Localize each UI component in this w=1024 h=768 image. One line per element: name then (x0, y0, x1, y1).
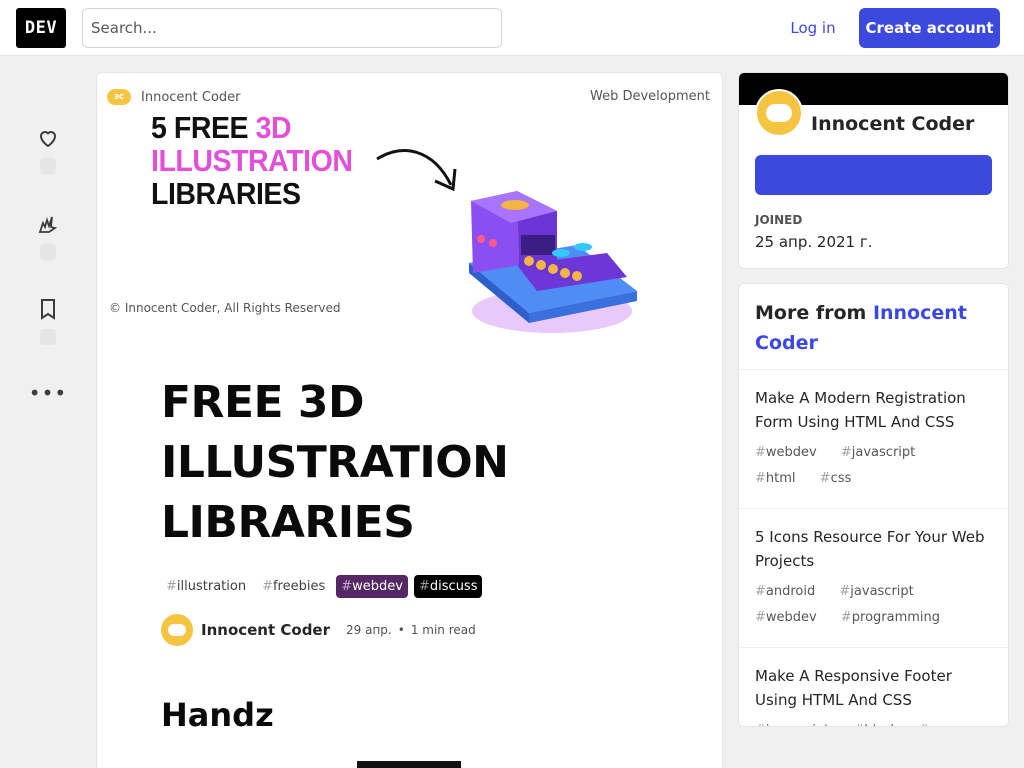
more-from-card: More from Innocent Coder Make A Modern R… (738, 283, 1009, 727)
more-horizontal-icon[interactable]: ••• (28, 380, 68, 406)
more-item-tag[interactable]: #javascript (755, 723, 839, 726)
arrow-illustration (376, 149, 457, 192)
cover-title: 5 FREE 3D ILLUSTRATION LIBRARIES (151, 110, 353, 211)
author-name[interactable]: Innocent Coder (201, 621, 330, 639)
tag-discuss[interactable]: #discuss (414, 575, 483, 598)
list-item[interactable]: Make A Responsive Footer Using HTML And … (739, 648, 1008, 726)
article-body: FREE 3D ILLUSTRATION LIBRARIES #illustra… (161, 373, 681, 734)
joined-label: JOINED (755, 213, 803, 227)
more-item-tag[interactable]: #webdev (755, 610, 827, 625)
more-item-tag[interactable]: #javascript (841, 445, 925, 460)
tag-illustration[interactable]: #illustration (161, 575, 251, 598)
bookmark-icon (41, 299, 55, 320)
article-title: FREE 3D ILLUSTRATION LIBRARIES (161, 377, 509, 548)
more-item-tag[interactable]: #css (918, 723, 960, 726)
cover-brand-logo-icon: ɜc (107, 89, 131, 105)
dev-logo[interactable]: DEV (16, 8, 66, 48)
list-item[interactable]: Make A Modern Registration Form Using HT… (739, 370, 1008, 509)
more-item-tags: #android #javascript #webdev #programmin… (755, 579, 992, 631)
author-avatar[interactable] (161, 614, 193, 646)
more-item-tag[interactable]: #css (820, 471, 862, 486)
heart-icon (39, 131, 57, 148)
embedded-image-preview (187, 761, 635, 768)
cover-title-line2: ILLUSTRATION (151, 143, 353, 178)
more-item-tag[interactable]: #html (854, 723, 905, 726)
article-tags: #illustration #freebies #webdev #discuss (161, 575, 681, 598)
top-header: DEV Log in Create account (0, 0, 1024, 56)
cover-image: ɜc Innocent Coder Web Development 5 FREE… (97, 73, 722, 337)
section-heading: Handz (161, 696, 274, 734)
cover-title-line1b: 3D (255, 110, 292, 145)
profile-name[interactable]: Innocent Coder (811, 113, 974, 135)
more-item-tag[interactable]: #webdev (755, 445, 827, 460)
more-item-tag[interactable]: #programming (841, 610, 950, 625)
article-card: ɜc Innocent Coder Web Development 5 FREE… (96, 72, 723, 768)
more-from-prefix: More from (755, 302, 873, 324)
more-item-title[interactable]: 5 Icons Resource For Your Web Projects (755, 525, 992, 573)
more-item-title[interactable]: Make A Modern Registration Form Using HT… (755, 386, 992, 434)
tag-freebies[interactable]: #freebies (257, 575, 330, 598)
bookmark-count (40, 329, 56, 345)
login-button[interactable]: Log in (776, 8, 850, 48)
author-row: Innocent Coder 29 апр. • 1 min read (161, 614, 681, 646)
more-item-tag[interactable]: #android (755, 584, 825, 599)
more-item-tags: #javascript #html #css #webdev (755, 718, 992, 726)
cover-brand: ɜc Innocent Coder (107, 89, 241, 105)
unicorn-count (40, 244, 56, 260)
cover-title-line1a: 5 FREE (151, 110, 256, 145)
more-item-tag[interactable]: #html (755, 471, 806, 486)
bookmark-button[interactable] (28, 297, 68, 345)
cover-category: Web Development (590, 89, 710, 104)
cover-copyright: © Innocent Coder, All Rights Reserved (109, 301, 341, 315)
list-item[interactable]: 5 Icons Resource For Your Web Projects #… (739, 509, 1008, 648)
joined-date: 25 апр. 2021 г. (755, 233, 873, 251)
machine-3d-illustration (469, 191, 637, 333)
search-input[interactable] (82, 8, 502, 48)
author-profile-card: Innocent Coder JOINED 25 апр. 2021 г. (738, 72, 1009, 269)
cover-title-line3: LIBRARIES (151, 176, 301, 211)
publish-date: 29 апр. (346, 623, 392, 637)
create-account-button[interactable]: Create account (859, 8, 1000, 48)
meta-separator: • (397, 623, 405, 637)
unicorn-reaction-button[interactable] (28, 212, 68, 260)
more-from-title: More from Innocent Coder (739, 284, 1008, 370)
profile-avatar[interactable] (755, 89, 803, 137)
more-item-tags: #webdev #javascript #html #css (755, 440, 992, 492)
heart-reaction-button[interactable] (28, 126, 68, 174)
embedded-image-bar (357, 761, 461, 768)
read-time: 1 min read (410, 623, 476, 637)
heart-count (40, 158, 56, 174)
tag-webdev[interactable]: #webdev (336, 575, 408, 598)
more-item-tag[interactable]: #javascript (839, 584, 923, 599)
follow-button[interactable] (755, 155, 992, 195)
cover-brand-name: Innocent Coder (141, 89, 241, 105)
unicorn-icon (38, 216, 58, 233)
more-item-title[interactable]: Make A Responsive Footer Using HTML And … (755, 664, 992, 712)
